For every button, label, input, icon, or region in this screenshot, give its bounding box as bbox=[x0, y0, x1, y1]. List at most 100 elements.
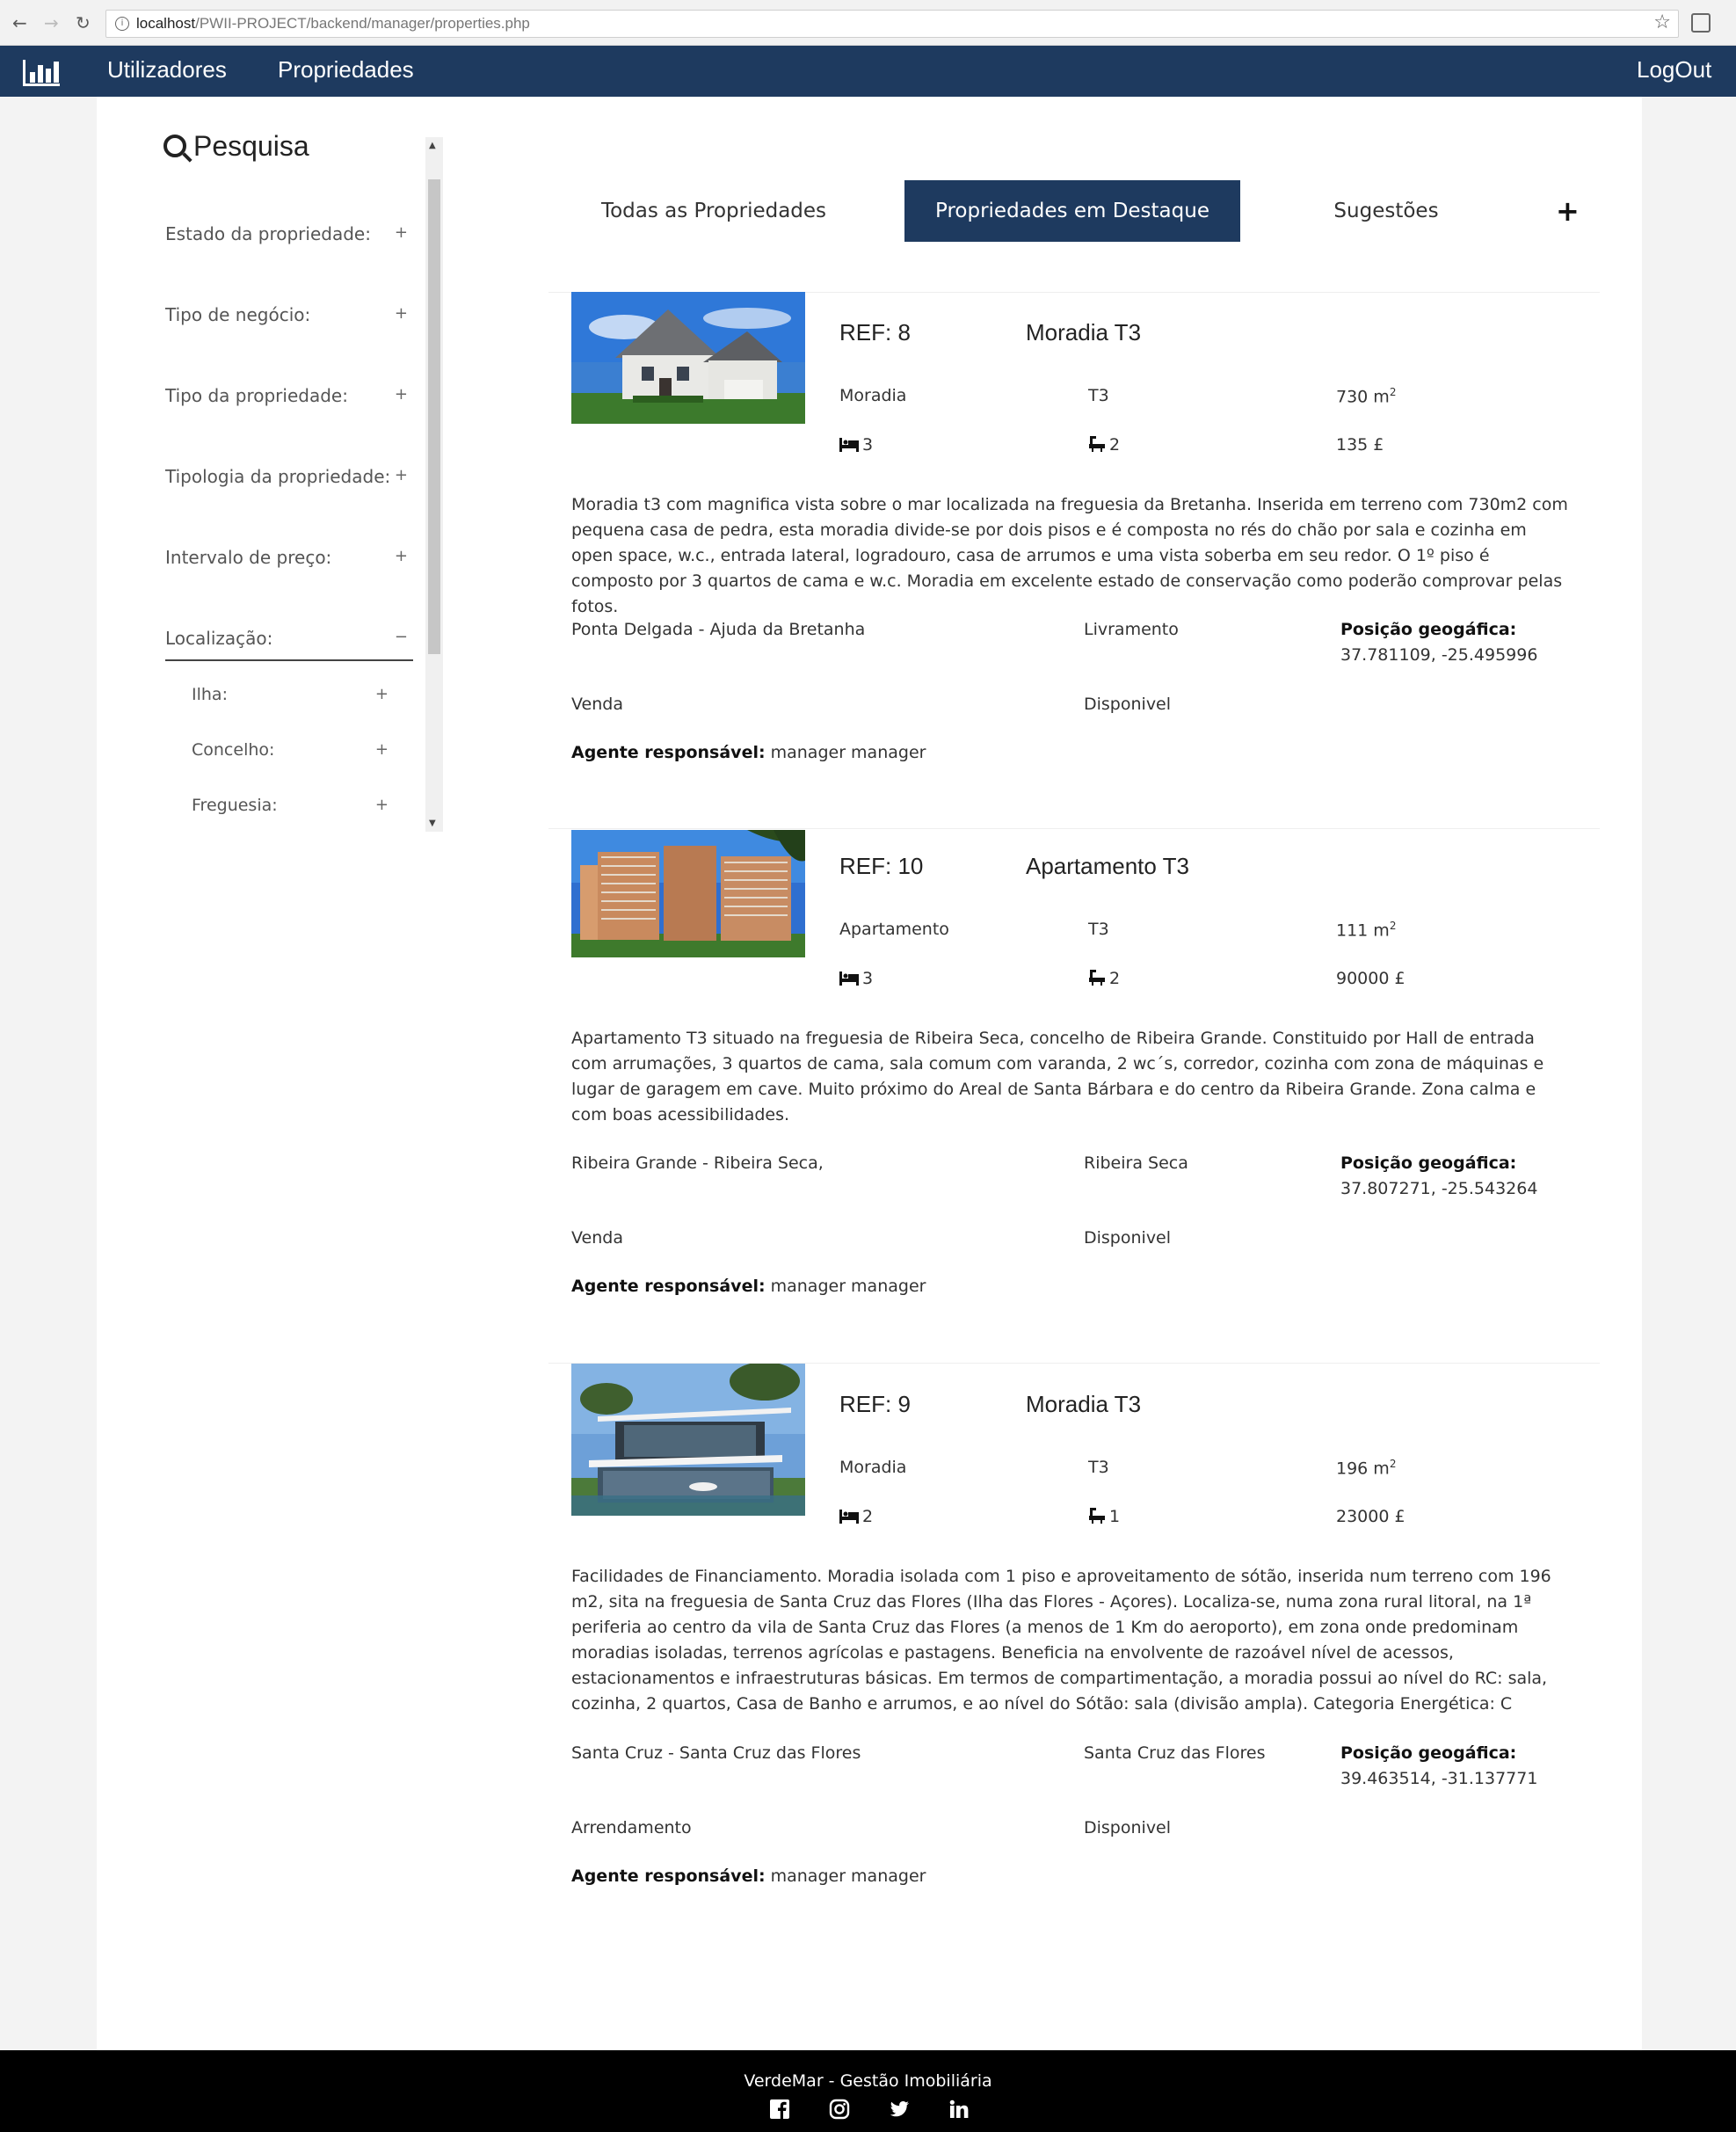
property-typology: T3 bbox=[1088, 1458, 1109, 1477]
linkedin-icon[interactable] bbox=[948, 2099, 970, 2120]
expand-icon[interactable]: + bbox=[395, 385, 408, 404]
info-icon[interactable]: i bbox=[115, 17, 129, 31]
property-status: Disponivel bbox=[1084, 695, 1172, 714]
url-text: localhost/PWII-PROJECT/backend/manager/p… bbox=[136, 15, 530, 32]
tab-todas[interactable]: Todas as Propriedades bbox=[573, 180, 854, 242]
nav-propriedades[interactable]: Propriedades bbox=[278, 56, 414, 84]
filter-negocio[interactable]: Tipo de negócio: + bbox=[165, 304, 413, 325]
facebook-icon[interactable] bbox=[769, 2099, 790, 2120]
scroll-up-icon[interactable]: ▲ bbox=[429, 141, 436, 150]
logout-link[interactable]: LogOut bbox=[1637, 56, 1711, 84]
expand-icon[interactable]: + bbox=[375, 796, 389, 814]
filter-freguesia[interactable]: Freguesia: + bbox=[192, 796, 392, 815]
property-status: Disponivel bbox=[1084, 1228, 1172, 1248]
property-bedrooms: 2 bbox=[839, 1507, 873, 1526]
bookmark-star-icon[interactable]: ☆ bbox=[1653, 11, 1671, 33]
expand-icon[interactable]: + bbox=[395, 466, 408, 484]
property-bedrooms: 3 bbox=[839, 969, 873, 988]
property-title[interactable]: Moradia T3 bbox=[1026, 319, 1141, 346]
property-typology: T3 bbox=[1088, 920, 1109, 939]
property-parish: Ribeira Seca bbox=[1084, 1153, 1188, 1173]
footer: VerdeMar - Gestão Imobiliária bbox=[0, 2050, 1736, 2132]
instagram-icon[interactable] bbox=[829, 2099, 850, 2120]
filter-localizacao[interactable]: Localização: − bbox=[165, 628, 413, 661]
property-description: Facilidades de Financiamento. Moradia is… bbox=[571, 1567, 1551, 1714]
property-status: Disponivel bbox=[1084, 1818, 1172, 1837]
expand-icon[interactable]: + bbox=[375, 685, 389, 703]
bath-icon bbox=[1089, 1508, 1105, 1524]
property-bedrooms: 3 bbox=[839, 435, 873, 455]
property-business: Venda bbox=[571, 1228, 623, 1248]
property-agent: Agente responsável: manager manager bbox=[571, 1277, 926, 1296]
bed-icon bbox=[839, 971, 859, 986]
property-price: 135 £ bbox=[1336, 435, 1384, 455]
browser-toolbar: ← → ↻ i localhost/PWII-PROJECT/backend/m… bbox=[0, 0, 1736, 46]
property-photo-house[interactable] bbox=[571, 292, 805, 424]
address-bar[interactable]: i localhost/PWII-PROJECT/backend/manager… bbox=[105, 10, 1679, 38]
property-bathrooms: 2 bbox=[1088, 969, 1120, 988]
expand-icon[interactable]: + bbox=[375, 740, 389, 759]
property-ref: REF: 8 bbox=[839, 319, 911, 346]
property-price: 23000 £ bbox=[1336, 1507, 1406, 1526]
tab-sugestoes[interactable]: Sugestões bbox=[1292, 180, 1480, 242]
filter-estado[interactable]: Estado da propriedade: + bbox=[165, 223, 413, 244]
scroll-down-icon[interactable]: ▼ bbox=[429, 819, 436, 828]
bath-icon bbox=[1089, 970, 1105, 986]
geo-coordinates: 37.781109, -25.495996 bbox=[1340, 645, 1538, 665]
property-ref: REF: 9 bbox=[839, 1391, 911, 1417]
geo-label: Posição geogáfica: bbox=[1340, 620, 1517, 639]
property-business: Arrendamento bbox=[571, 1818, 692, 1837]
filter-concelho[interactable]: Concelho: + bbox=[192, 740, 392, 760]
tab-destaque[interactable]: Propriedades em Destaque bbox=[904, 180, 1240, 242]
filter-tipologia[interactable]: Tipologia da propriedade: + bbox=[165, 466, 413, 487]
property-location: Santa Cruz - Santa Cruz das Flores bbox=[571, 1743, 861, 1763]
property-photo-modern-house[interactable] bbox=[571, 1364, 805, 1516]
geo-label: Posição geogáfica: bbox=[1340, 1153, 1517, 1173]
property-description: Moradia t3 com magnifica vista sobre o m… bbox=[571, 495, 1568, 616]
property-photo-apartment[interactable] bbox=[571, 830, 805, 957]
property-typology: T3 bbox=[1088, 386, 1109, 405]
nav-utilizadores[interactable]: Utilizadores bbox=[107, 56, 227, 84]
bath-icon bbox=[1089, 436, 1105, 452]
forward-arrow-icon[interactable]: → bbox=[44, 12, 59, 33]
property-area: 730 m2 bbox=[1336, 386, 1397, 407]
add-property-icon[interactable]: + bbox=[1556, 194, 1580, 228]
property-bathrooms: 1 bbox=[1088, 1507, 1120, 1526]
property-area: 111 m2 bbox=[1336, 920, 1397, 941]
expand-icon[interactable]: + bbox=[395, 547, 408, 565]
property-agent: Agente responsável: manager manager bbox=[571, 743, 926, 762]
expand-icon[interactable]: + bbox=[395, 223, 408, 242]
property-type: Apartamento bbox=[839, 920, 949, 939]
geo-label: Posição geogáfica: bbox=[1340, 1743, 1517, 1763]
search-icon bbox=[163, 135, 186, 157]
property-parish: Santa Cruz das Flores bbox=[1084, 1743, 1266, 1763]
property-bathrooms: 2 bbox=[1088, 435, 1120, 455]
expand-icon[interactable]: + bbox=[395, 304, 408, 323]
filter-ilha[interactable]: Ilha: + bbox=[192, 685, 392, 704]
property-title[interactable]: Apartamento T3 bbox=[1026, 853, 1189, 880]
property-area: 196 m2 bbox=[1336, 1458, 1397, 1479]
top-navbar: Utilizadores Propriedades LogOut bbox=[0, 46, 1736, 97]
property-title[interactable]: Moradia T3 bbox=[1026, 1391, 1141, 1418]
property-location: Ponta Delgada - Ajuda da Bretanha bbox=[571, 620, 866, 639]
property-location: Ribeira Grande - Ribeira Seca, bbox=[571, 1153, 824, 1173]
sidebar-scrollbar[interactable]: ▲ ▼ bbox=[425, 137, 443, 832]
reload-icon[interactable]: ↻ bbox=[76, 12, 91, 33]
collapse-icon[interactable]: − bbox=[395, 628, 408, 646]
card-divider bbox=[548, 828, 1600, 829]
filter-tipo[interactable]: Tipo da propriedade: + bbox=[165, 385, 413, 406]
bed-icon bbox=[839, 1510, 859, 1524]
property-parish: Livramento bbox=[1084, 620, 1179, 639]
property-price: 90000 £ bbox=[1336, 969, 1406, 988]
footer-title: VerdeMar - Gestão Imobiliária bbox=[744, 2071, 992, 2091]
bed-icon bbox=[839, 438, 859, 452]
back-arrow-icon[interactable]: ← bbox=[12, 12, 27, 33]
property-type: Moradia bbox=[839, 386, 907, 405]
twitter-icon[interactable] bbox=[889, 2099, 910, 2120]
scrollbar-thumb[interactable] bbox=[428, 179, 440, 654]
extension-icon[interactable] bbox=[1691, 13, 1711, 33]
property-description: Apartamento T3 situado na freguesia de R… bbox=[571, 1029, 1544, 1124]
stats-logo-icon[interactable] bbox=[21, 56, 62, 88]
filter-preco[interactable]: Intervalo de preço: + bbox=[165, 547, 413, 568]
geo-coordinates: 39.463514, -31.137771 bbox=[1340, 1769, 1538, 1788]
